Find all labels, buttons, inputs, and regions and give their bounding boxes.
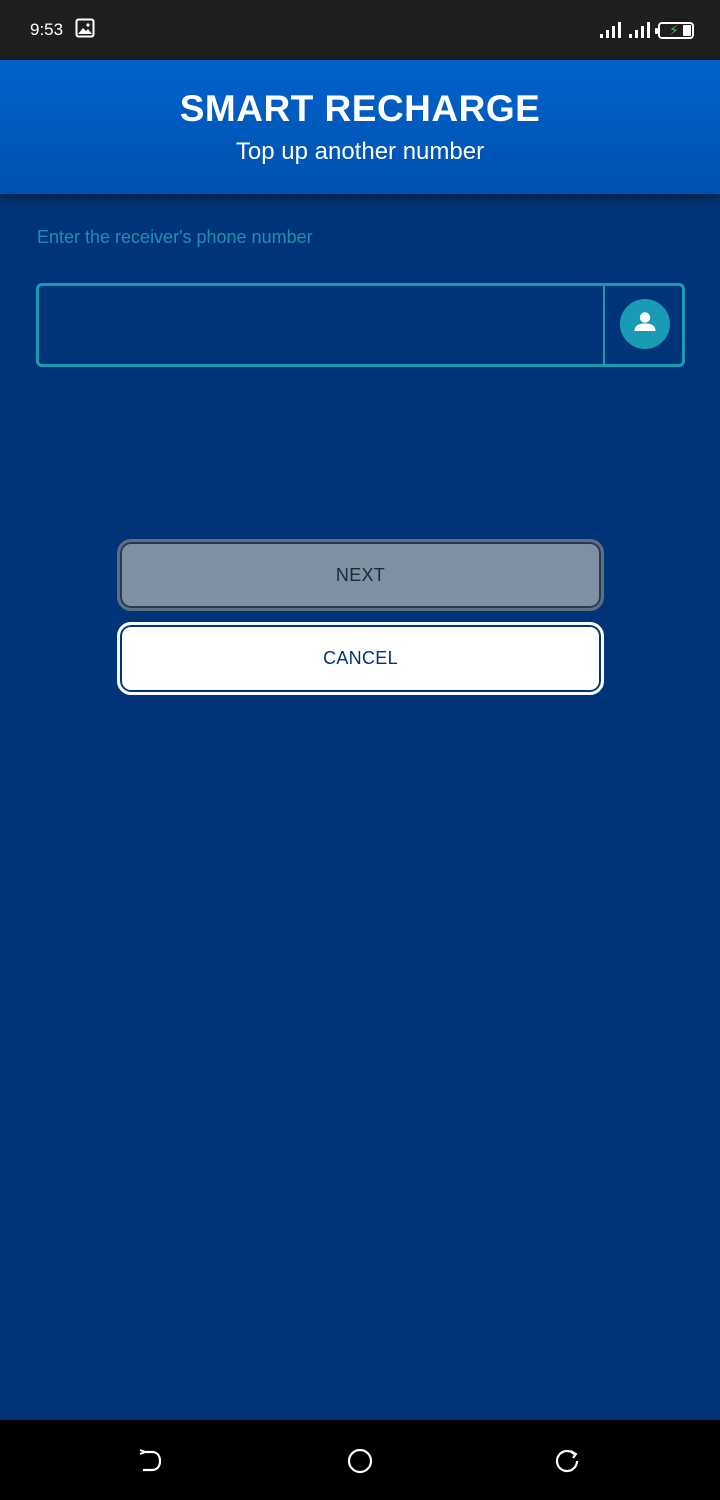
next-button[interactable]: NEXT (117, 539, 604, 611)
page-title: SMART RECHARGE (179, 88, 541, 129)
status-time: 9:53 (30, 20, 64, 39)
page-subtitle: Top up another number (235, 138, 485, 165)
recents-icon[interactable] (554, 1448, 580, 1474)
system-nav-bar (0, 1420, 720, 1500)
phone-number-field (36, 283, 685, 367)
contact-picker-button[interactable] (620, 299, 670, 349)
signal-icon (600, 22, 621, 38)
phone-number-input[interactable] (39, 286, 603, 364)
field-divider (603, 286, 605, 364)
back-icon[interactable] (138, 1448, 164, 1474)
app-header: SMART RECHARGE Top up another number (0, 60, 720, 194)
phone-field-label: Enter the receiver's phone number (37, 227, 313, 247)
status-bar: 9:53 ⚡ (0, 0, 720, 60)
home-icon[interactable] (347, 1448, 373, 1474)
contact-person-icon (632, 309, 658, 340)
status-right: ⚡ (600, 21, 694, 39)
cancel-button[interactable]: CANCEL (117, 622, 604, 695)
status-left: 9:53 (30, 18, 95, 43)
image-icon (75, 18, 95, 43)
signal-icon (629, 22, 650, 38)
battery-charging-icon: ⚡ (655, 21, 694, 39)
